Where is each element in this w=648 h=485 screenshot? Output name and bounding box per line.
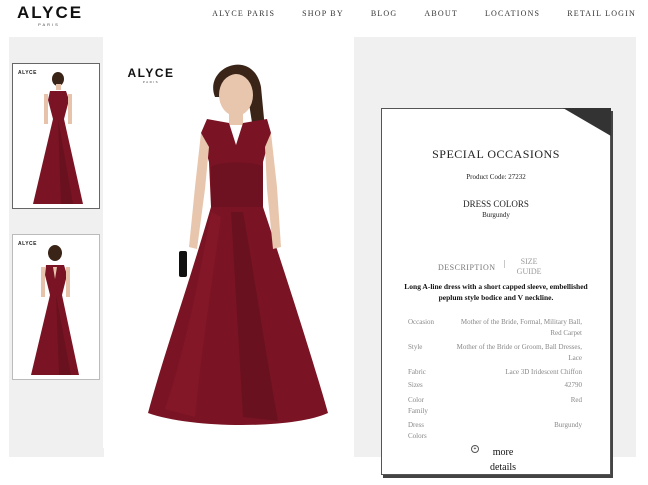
more-details-label: more details — [489, 447, 517, 473]
thumb-logo: ALYCE — [18, 241, 37, 247]
nav-shop-by[interactable]: SHOP BY — [302, 9, 344, 18]
more-details-link[interactable]: + more details — [471, 445, 521, 475]
tab-description[interactable]: DESCRIPTION — [438, 263, 496, 272]
info-tabs: DESCRIPTION | SIZE GUIDE — [438, 257, 543, 277]
spec-key: Occasion — [408, 318, 435, 326]
main-nav: ALYCE PARIS SHOP BY BLOG ABOUT LOCATIONS… — [212, 9, 636, 18]
tab-separator: | — [503, 259, 506, 268]
nav-blog[interactable]: BLOG — [371, 9, 398, 18]
logo-subtitle: PARIS — [38, 22, 60, 27]
spec-value: Lace 3D Iridescent Chiffon — [505, 368, 582, 376]
plus-circle-icon: + — [471, 445, 479, 453]
spec-row: Occasion Mother of the Bride, Formal, Mi… — [408, 317, 582, 339]
dress-colors-heading: DRESS COLORS — [463, 199, 529, 209]
spec-value: Mother of the Bride or Groom, Ball Dress… — [456, 343, 582, 362]
main-image-logo: ALYCE PARIS — [123, 66, 179, 85]
tab-size-guide-line2: GUIDE — [516, 267, 542, 276]
dress-colors-value: Burgundy — [482, 211, 510, 219]
product-code: Product Code: 27232 — [466, 173, 526, 181]
nav-locations[interactable]: LOCATIONS — [485, 9, 540, 18]
spec-value: Red — [570, 396, 582, 404]
product-info-card: SPECIAL OCCASIONS Product Code: 27232 DR… — [381, 108, 611, 475]
logo-wordmark: ALYCE — [127, 66, 175, 80]
spec-value: Mother of the Bride, Formal, Military Ba… — [460, 318, 582, 337]
nav-about[interactable]: ABOUT — [424, 9, 458, 18]
nav-retail-login[interactable]: RETAIL LOGIN — [567, 9, 636, 18]
nav-alyce-paris[interactable]: ALYCE PARIS — [212, 9, 275, 18]
spec-key: Fabric — [408, 368, 426, 376]
spec-value: Burgundy — [554, 421, 582, 429]
logo-wordmark: ALYCE — [17, 3, 84, 22]
spec-row: Sizes 42790 — [408, 380, 582, 391]
spec-key: Color Family — [408, 396, 428, 415]
spec-key: Sizes — [408, 381, 423, 389]
spec-row: Style Mother of the Bride or Groom, Ball… — [408, 342, 582, 364]
brand-logo[interactable]: ALYCE PARIS — [17, 4, 81, 28]
spec-key: Dress Colors — [408, 421, 427, 440]
thumb-logo: ALYCE — [18, 70, 37, 76]
thumbnail-back[interactable]: ALYCE — [12, 234, 100, 380]
product-description: Long A-line dress with a short capped sl… — [404, 282, 588, 302]
card-corner-flag — [563, 108, 611, 136]
spec-value: 42790 — [564, 381, 583, 389]
tab-size-guide[interactable]: SIZE GUIDE — [515, 257, 543, 277]
dress-front-image — [33, 72, 83, 204]
tab-size-guide-line1: SIZE — [520, 257, 538, 266]
spec-row: Dress Colors Burgundy — [408, 420, 582, 442]
spec-row: Color Family Red — [408, 395, 582, 417]
dress-main-image — [148, 64, 328, 425]
logo-subtitle: PARIS — [142, 80, 160, 84]
product-category-title: SPECIAL OCCASIONS — [432, 147, 560, 161]
dress-back-image — [31, 245, 79, 375]
spec-row: Fabric Lace 3D Iridescent Chiffon — [408, 367, 582, 378]
main-product-image[interactable]: ALYCE PARIS — [103, 37, 354, 448]
thumbnail-front[interactable]: ALYCE — [12, 63, 100, 209]
